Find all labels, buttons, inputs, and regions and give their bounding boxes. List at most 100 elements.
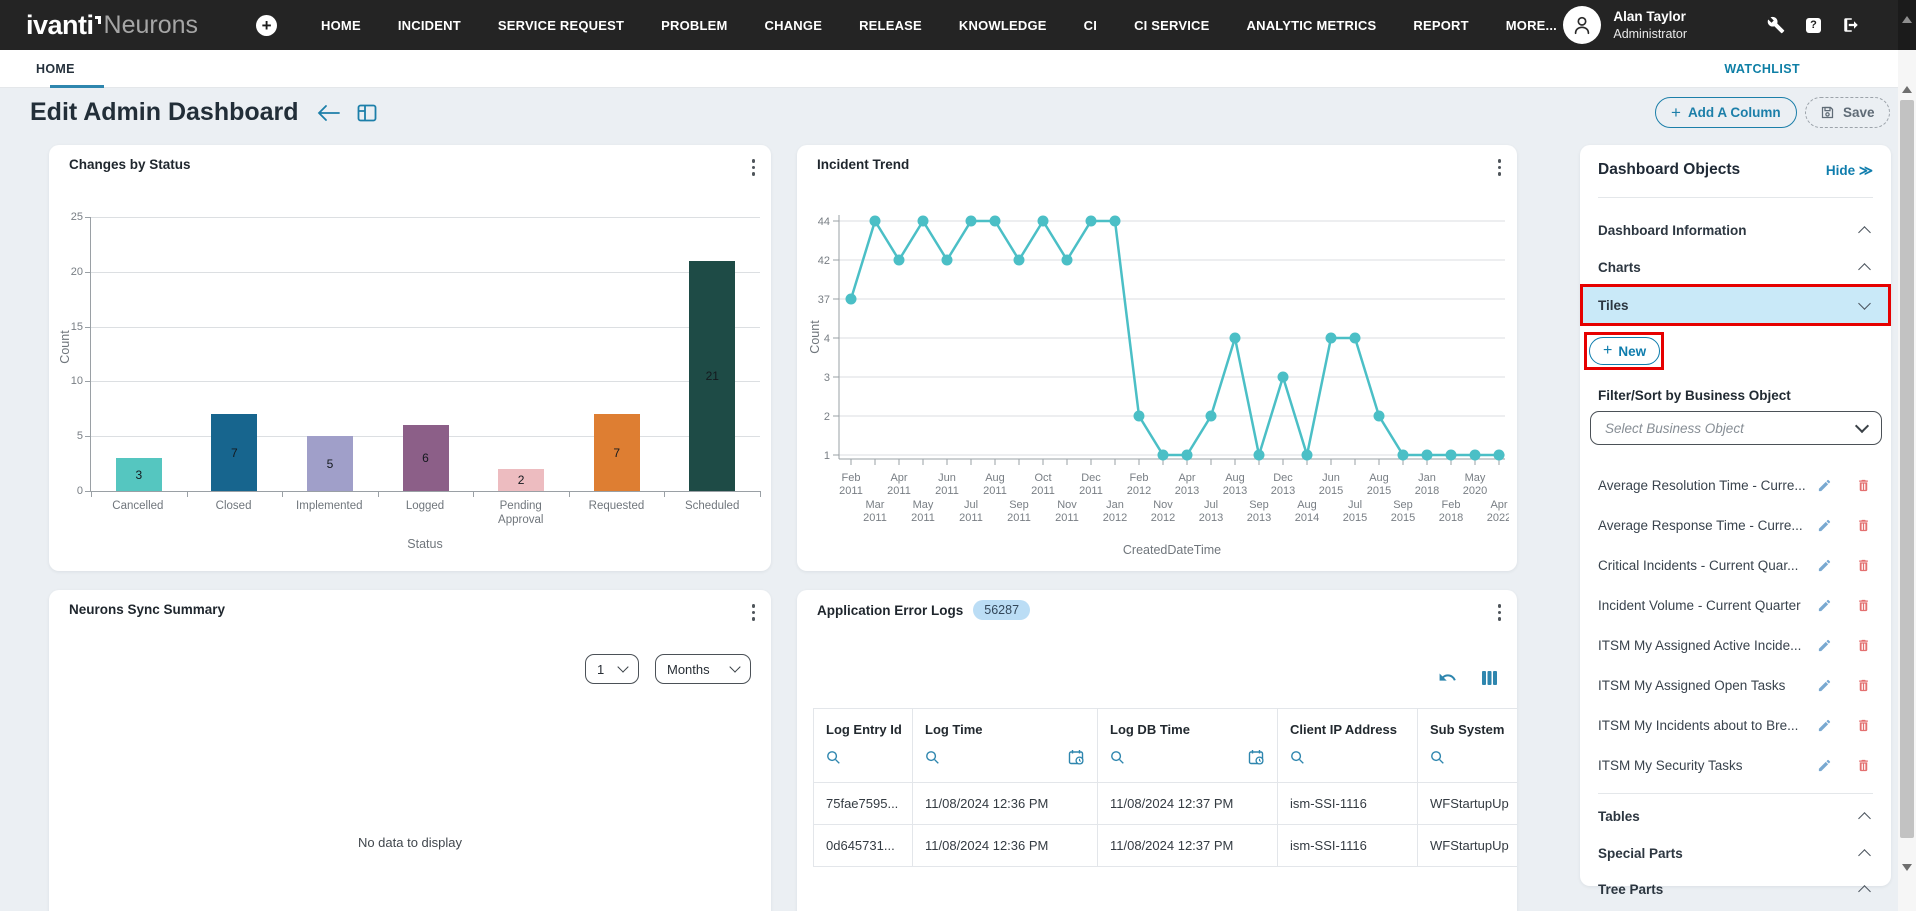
tile-item-itsm-my-incidents-about-to-bre[interactable]: ITSM My Incidents about to Bre...	[1580, 705, 1891, 745]
data-point[interactable]	[1158, 450, 1169, 461]
data-point[interactable]	[1014, 255, 1025, 266]
kebab-menu-icon[interactable]	[1498, 159, 1502, 176]
tile-item-itsm-my-assigned-active-incide[interactable]: ITSM My Assigned Active Incide...	[1580, 625, 1891, 665]
calendar-icon[interactable]	[1248, 749, 1265, 766]
bar-implemented[interactable]: 5	[307, 436, 353, 491]
delete-trash-icon[interactable]	[1856, 518, 1871, 533]
data-point[interactable]	[1134, 411, 1145, 422]
data-point[interactable]	[1302, 450, 1313, 461]
data-point[interactable]	[918, 216, 929, 227]
bar-scheduled[interactable]: 21	[689, 261, 735, 491]
data-point[interactable]	[1062, 255, 1073, 266]
edit-pencil-icon[interactable]	[1817, 518, 1832, 533]
business-object-select[interactable]: Select Business Object	[1590, 411, 1882, 445]
delete-trash-icon[interactable]	[1856, 558, 1871, 573]
column-chooser-icon[interactable]	[1481, 670, 1497, 686]
sign-out-icon[interactable]	[1842, 16, 1860, 34]
tab-home[interactable]: HOME	[28, 50, 83, 88]
delete-trash-icon[interactable]	[1856, 718, 1871, 733]
search-icon[interactable]	[1290, 750, 1305, 765]
page-scrollbar[interactable]	[1898, 0, 1916, 911]
new-tile-button[interactable]: + New	[1589, 337, 1660, 365]
quick-add-icon[interactable]: +	[256, 15, 277, 36]
edit-pencil-icon[interactable]	[1817, 558, 1832, 573]
section-charts[interactable]: Charts	[1580, 250, 1891, 284]
data-point[interactable]	[1494, 450, 1505, 461]
scroll-down-arrow[interactable]	[1902, 864, 1912, 871]
scroll-up-arrow-2[interactable]	[1902, 86, 1912, 93]
interval-value-dropdown[interactable]: 1	[585, 654, 639, 684]
data-point[interactable]	[1326, 333, 1337, 344]
data-point[interactable]	[846, 294, 857, 305]
nav-item-more[interactable]: MORE...	[1506, 18, 1557, 33]
nav-item-problem[interactable]: PROBLEM	[661, 18, 727, 33]
nav-item-ci[interactable]: CI	[1084, 18, 1097, 33]
edit-pencil-icon[interactable]	[1817, 598, 1832, 613]
edit-pencil-icon[interactable]	[1817, 478, 1832, 493]
data-point[interactable]	[1374, 411, 1385, 422]
search-icon[interactable]	[826, 750, 841, 765]
help-icon[interactable]: ?	[1806, 18, 1821, 33]
column-header-log-time[interactable]: Log Time	[913, 709, 1098, 739]
section-special-parts[interactable]: Special Parts	[1580, 836, 1891, 870]
kebab-menu-icon[interactable]	[752, 159, 756, 176]
kebab-menu-icon[interactable]	[1498, 604, 1502, 621]
tile-item-itsm-my-assigned-open-tasks[interactable]: ITSM My Assigned Open Tasks	[1580, 665, 1891, 705]
data-point[interactable]	[1278, 372, 1289, 383]
data-point[interactable]	[1470, 450, 1481, 461]
section-tables[interactable]: Tables	[1580, 799, 1891, 833]
data-point[interactable]	[942, 255, 953, 266]
delete-trash-icon[interactable]	[1856, 598, 1871, 613]
scrollbar-thumb[interactable]	[1900, 100, 1914, 838]
section-dashboard-information[interactable]: Dashboard Information	[1580, 213, 1891, 247]
hide-sidebar-link[interactable]: Hide ≫	[1826, 163, 1873, 179]
data-point[interactable]	[1350, 333, 1361, 344]
nav-item-service-request[interactable]: SERVICE REQUEST	[498, 18, 624, 33]
delete-trash-icon[interactable]	[1856, 678, 1871, 693]
column-header-sub-system[interactable]: Sub System	[1418, 709, 1517, 739]
tile-item-average-resolution-time-curre[interactable]: Average Resolution Time - Curre...	[1580, 465, 1891, 505]
delete-trash-icon[interactable]	[1856, 478, 1871, 493]
data-point[interactable]	[1086, 216, 1097, 227]
calendar-icon[interactable]	[1068, 749, 1085, 766]
delete-trash-icon[interactable]	[1856, 758, 1871, 773]
section-tiles[interactable]: Tiles	[1580, 287, 1891, 323]
data-point[interactable]	[870, 216, 881, 227]
data-point[interactable]	[1038, 216, 1049, 227]
nav-item-analytic-metrics[interactable]: ANALYTIC METRICS	[1247, 18, 1377, 33]
data-point[interactable]	[1182, 450, 1193, 461]
nav-item-change[interactable]: CHANGE	[765, 18, 823, 33]
section-tree-parts[interactable]: Tree Parts	[1580, 872, 1891, 906]
bar-pending-approval[interactable]: 2	[498, 469, 544, 491]
data-point[interactable]	[894, 255, 905, 266]
kebab-menu-icon[interactable]	[752, 604, 756, 621]
edit-pencil-icon[interactable]	[1817, 758, 1832, 773]
nav-item-home[interactable]: HOME	[321, 18, 361, 33]
data-point[interactable]	[1230, 333, 1241, 344]
settings-wrench-icon[interactable]	[1767, 16, 1785, 34]
undo-icon[interactable]	[1438, 668, 1457, 687]
tile-item-incident-volume-current-quarter[interactable]: Incident Volume - Current Quarter	[1580, 585, 1891, 625]
data-point[interactable]	[1422, 450, 1433, 461]
nav-item-release[interactable]: RELEASE	[859, 18, 922, 33]
table-row[interactable]: 0d645731...11/08/2024 12:36 PM11/08/2024…	[813, 824, 1517, 867]
data-point[interactable]	[1398, 450, 1409, 461]
bar-requested[interactable]: 7	[594, 414, 640, 491]
search-icon[interactable]	[925, 750, 940, 765]
save-button[interactable]: Save	[1805, 97, 1890, 128]
tile-item-itsm-my-security-tasks[interactable]: ITSM My Security Tasks	[1580, 745, 1891, 785]
bar-logged[interactable]: 6	[403, 425, 449, 491]
interval-unit-dropdown[interactable]: Months	[655, 654, 751, 684]
data-point[interactable]	[1206, 411, 1217, 422]
column-header-log-db-time[interactable]: Log DB Time	[1098, 709, 1278, 739]
search-icon[interactable]	[1430, 750, 1445, 765]
bar-closed[interactable]: 7	[211, 414, 257, 491]
nav-item-report[interactable]: REPORT	[1413, 18, 1468, 33]
data-point[interactable]	[1446, 450, 1457, 461]
nav-item-ci-service[interactable]: CI SERVICE	[1134, 18, 1209, 33]
data-point[interactable]	[990, 216, 1001, 227]
tile-item-critical-incidents-current-quar[interactable]: Critical Incidents - Current Quar...	[1580, 545, 1891, 585]
search-icon[interactable]	[1110, 750, 1125, 765]
column-header-log-entry-id[interactable]: Log Entry Id	[813, 709, 913, 739]
edit-pencil-icon[interactable]	[1817, 678, 1832, 693]
